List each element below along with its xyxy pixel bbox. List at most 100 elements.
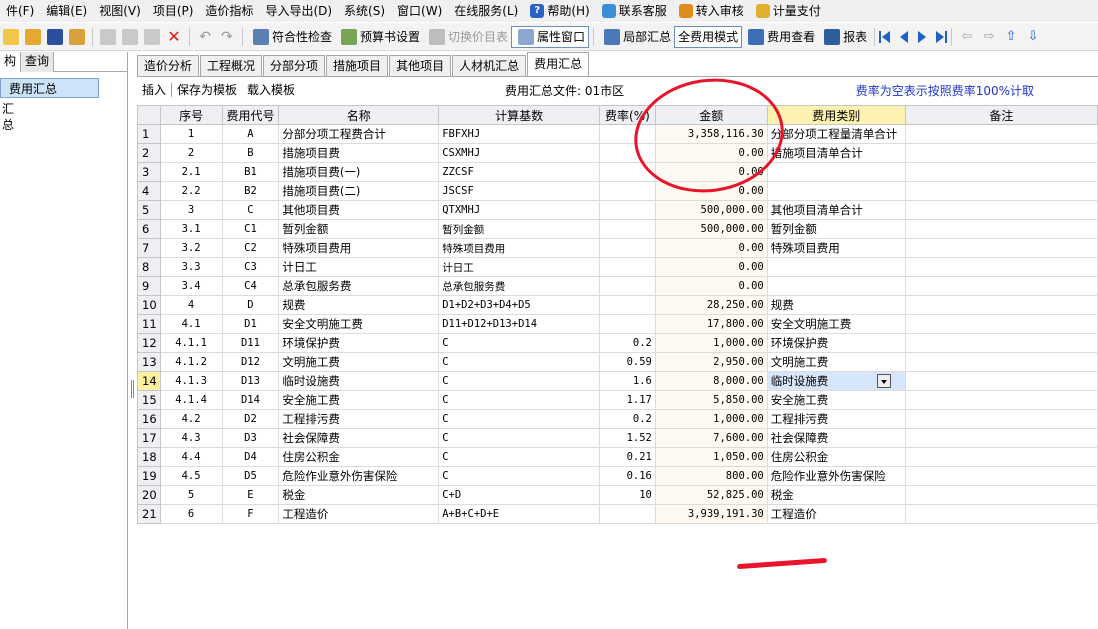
tree-node-fee-summary[interactable]: 费用汇总 <box>0 78 99 98</box>
cell-base[interactable]: A+B+C+D+E <box>438 504 600 524</box>
cell-category[interactable]: 暂列金额 <box>766 219 906 239</box>
cell-rate[interactable]: 0.16 <box>598 466 656 486</box>
cell-code[interactable]: F <box>221 504 280 524</box>
menu-cost-index[interactable]: 造价指标 <box>199 0 259 22</box>
cell-name[interactable]: 环境保护费 <box>278 333 440 353</box>
tab-cost-analysis[interactable]: 造价分析 <box>137 55 200 76</box>
row-number[interactable]: 12 <box>137 333 161 353</box>
row-number[interactable]: 18 <box>137 447 161 467</box>
cell-base[interactable]: 总承包服务费 <box>438 276 600 296</box>
cell-category[interactable]: 其他项目清单合计 <box>766 200 906 220</box>
cell-remark[interactable] <box>904 333 1098 353</box>
cell-remark[interactable] <box>904 238 1098 258</box>
cell-rate[interactable] <box>598 238 656 258</box>
cell-rate[interactable]: 10 <box>598 485 656 505</box>
cell-base[interactable]: CSXMHJ <box>438 143 600 163</box>
cell-name[interactable]: 其他项目费 <box>278 200 440 220</box>
header-code[interactable]: 费用代号 <box>221 105 280 125</box>
menu-window[interactable]: 窗口(W) <box>391 0 448 22</box>
cell-amount[interactable]: 0.00 <box>654 276 768 296</box>
cell-code[interactable]: D4 <box>221 447 280 467</box>
cell-rate[interactable] <box>598 276 656 296</box>
tab-structure[interactable]: 构 <box>0 52 22 72</box>
row-number[interactable]: 21 <box>137 504 161 524</box>
cell-amount[interactable]: 500,000.00 <box>654 200 768 220</box>
table-row[interactable]: 5 3 C 其他项目费 QTXMHJ 500,000.00 其他项目清单合计 <box>137 200 1098 220</box>
cell-code[interactable]: B <box>221 143 280 163</box>
cell-name[interactable]: 住房公积金 <box>278 447 440 467</box>
table-row[interactable]: 8 3.3 C3 计日工 计日工 0.00 <box>137 257 1098 277</box>
left-arrow-icon[interactable]: ⇦ <box>959 29 975 45</box>
row-number[interactable]: 16 <box>137 409 161 429</box>
cell-code[interactable]: A <box>221 124 280 144</box>
new-file-icon[interactable] <box>3 28 19 45</box>
row-number[interactable]: 19 <box>137 466 161 486</box>
cell-seq[interactable]: 2.2 <box>159 181 223 201</box>
cell-name[interactable]: 危险作业意外伤害保险 <box>278 466 440 486</box>
cell-amount[interactable]: 5,850.00 <box>654 390 768 410</box>
cell-code[interactable]: D1 <box>221 314 280 334</box>
insert-button[interactable]: 插入 <box>137 80 171 100</box>
cell-name[interactable]: 措施项目费(一) <box>278 162 440 182</box>
cell-category[interactable]: 安全施工费 <box>766 390 906 410</box>
row-number[interactable]: 3 <box>137 162 161 182</box>
cell-rate[interactable]: 1.52 <box>598 428 656 448</box>
attributes-window-button[interactable]: 属性窗口 <box>511 25 590 48</box>
cell-remark[interactable] <box>904 295 1098 315</box>
cell-remark[interactable] <box>904 200 1098 220</box>
cell-base[interactable]: C <box>438 428 600 448</box>
menu-support[interactable]: 联系客服 <box>596 0 673 22</box>
cell-amount[interactable]: 0.00 <box>654 162 768 182</box>
cell-category[interactable]: 特殊项目费用 <box>766 238 906 258</box>
switch-price-table-button[interactable]: 切换价目表 <box>423 26 511 48</box>
cell-amount[interactable]: 1,000.00 <box>654 333 768 353</box>
load-template-button[interactable]: 载入模板 <box>242 80 300 100</box>
tree-node-summary[interactable]: 汇总 <box>0 101 20 132</box>
cell-seq[interactable]: 3.3 <box>159 257 223 277</box>
tab-query[interactable]: 查询 <box>21 52 55 72</box>
save-icon[interactable] <box>47 28 63 45</box>
cell-remark[interactable] <box>904 466 1098 486</box>
cell-category[interactable]: 临时设施费 <box>766 371 906 391</box>
cell-seq[interactable]: 2.1 <box>159 162 223 182</box>
cell-base[interactable]: C <box>438 352 600 372</box>
cell-rate[interactable] <box>598 314 656 334</box>
cell-rate[interactable]: 0.59 <box>598 352 656 372</box>
cell-name[interactable]: 分部分项工程费合计 <box>278 124 440 144</box>
cell-rate[interactable] <box>598 162 656 182</box>
folder-icon[interactable] <box>69 28 85 45</box>
cell-category[interactable]: 住房公积金 <box>766 447 906 467</box>
cell-rate[interactable] <box>598 124 656 144</box>
down-arrow-icon[interactable]: ⇩ <box>1025 29 1041 45</box>
table-row[interactable]: 21 6 F 工程造价 A+B+C+D+E 3,939,191.30 工程造价 <box>137 504 1098 524</box>
row-number[interactable]: 4 <box>137 181 161 201</box>
cell-base[interactable]: 暂列金额 <box>438 219 600 239</box>
cell-name[interactable]: 安全文明施工费 <box>278 314 440 334</box>
cell-seq[interactable]: 4.2 <box>159 409 223 429</box>
save-template-button[interactable]: 保存为模板 <box>172 80 242 100</box>
table-row[interactable]: 19 4.5 D5 危险作业意外伤害保险 C 0.16 800.00 危险作业意外伤害保险 <box>137 466 1098 486</box>
cell-amount[interactable]: 3,358,116.30 <box>654 124 768 144</box>
table-row[interactable]: 10 4 D 规费 D1+D2+D3+D4+D5 28,250.00 规费 <box>137 295 1098 315</box>
cell-code[interactable]: B1 <box>221 162 280 182</box>
cell-base[interactable]: QTXMHJ <box>438 200 600 220</box>
cell-seq[interactable]: 4.1.2 <box>159 352 223 372</box>
cell-category[interactable]: 工程排污费 <box>766 409 906 429</box>
cell-remark[interactable] <box>904 504 1098 524</box>
cell-base[interactable]: JSCSF <box>438 181 600 201</box>
cell-remark[interactable] <box>904 352 1098 372</box>
cell-rate[interactable] <box>598 504 656 524</box>
last-record-button[interactable] <box>931 30 948 43</box>
cell-name[interactable]: 规费 <box>278 295 440 315</box>
cell-code[interactable]: C <box>221 200 280 220</box>
cell-seq[interactable]: 6 <box>159 504 223 524</box>
cell-category[interactable]: 安全文明施工费 <box>766 314 906 334</box>
cell-category[interactable]: 措施项目清单合计 <box>766 143 906 163</box>
cell-rate[interactable] <box>598 181 656 201</box>
cell-remark[interactable] <box>904 485 1098 505</box>
cell-code[interactable]: D2 <box>221 409 280 429</box>
cell-seq[interactable]: 3.2 <box>159 238 223 258</box>
cell-name[interactable]: 措施项目费 <box>278 143 440 163</box>
cell-name[interactable]: 工程排污费 <box>278 409 440 429</box>
cell-name[interactable]: 总承包服务费 <box>278 276 440 296</box>
